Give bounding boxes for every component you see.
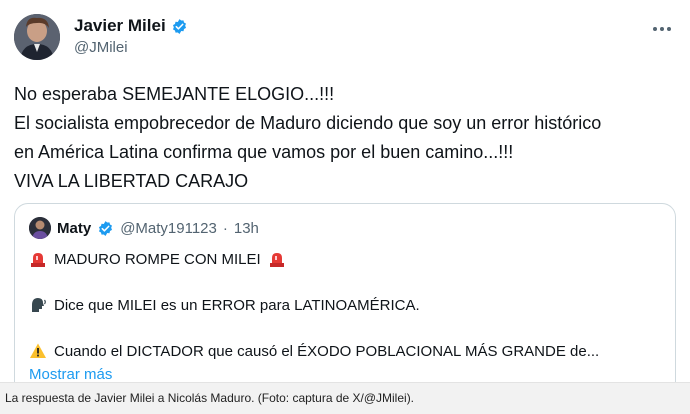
quoted-line-1: MADURO ROMPE CON MILEI <box>29 250 286 268</box>
verified-badge-icon <box>172 18 186 34</box>
quoted-line-1-text: MADURO ROMPE CON MILEI <box>54 250 261 268</box>
quoted-author-handle[interactable]: @Maty191123 <box>120 220 217 237</box>
quoted-author-avatar[interactable] <box>29 217 51 239</box>
quoted-line-2-text: Dice que MILEI es un ERROR para LATINOAM… <box>54 296 420 314</box>
tweet-card: Javier Milei @JMilei No esperaba SEMEJAN… <box>0 0 690 382</box>
quoted-line-2: Dice que MILEI es un ERROR para LATINOAM… <box>29 296 420 314</box>
quoted-tweet-header: Maty @Maty191123 · 13h <box>29 217 259 239</box>
author-name-text[interactable]: Javier Milei <box>74 16 166 36</box>
tweet-line: No esperaba SEMEJANTE ELOGIO...!!! <box>14 84 335 104</box>
quoted-author-name[interactable]: Maty <box>57 220 91 237</box>
verified-badge-icon <box>99 220 113 236</box>
quoted-tweet-time[interactable]: 13h <box>234 220 259 237</box>
siren-icon <box>29 250 47 268</box>
speaking-head-icon <box>29 296 47 314</box>
image-caption: La respuesta de Javier Milei a Nicolás M… <box>0 382 690 414</box>
warning-icon <box>29 342 47 360</box>
author-handle[interactable]: @JMilei <box>74 39 128 56</box>
quoted-line-3: Cuando el DICTADOR que causó el ÉXODO PO… <box>29 342 599 360</box>
show-more-link[interactable]: Mostrar más <box>29 366 112 382</box>
quoted-tweet[interactable]: Maty @Maty191123 · 13h MADURO ROMPE CON … <box>14 203 676 382</box>
tweet-line: VIVA LA LIBERTAD CARAJO <box>14 171 249 191</box>
tweet-text: No esperaba SEMEJANTE ELOGIO...!!! El so… <box>14 80 684 196</box>
tweet-line: El socialista empobrecedor de Maduro dic… <box>14 113 602 133</box>
quoted-line-3-text: Cuando el DICTADOR que causó el ÉXODO PO… <box>54 342 600 360</box>
more-icon[interactable] <box>652 16 672 37</box>
tweet-line: en América Latina confirma que vamos por… <box>14 142 514 162</box>
meta-separator: · <box>222 219 228 237</box>
siren-icon <box>268 250 286 268</box>
author-name[interactable]: Javier Milei <box>74 16 188 36</box>
author-avatar[interactable] <box>14 14 60 60</box>
